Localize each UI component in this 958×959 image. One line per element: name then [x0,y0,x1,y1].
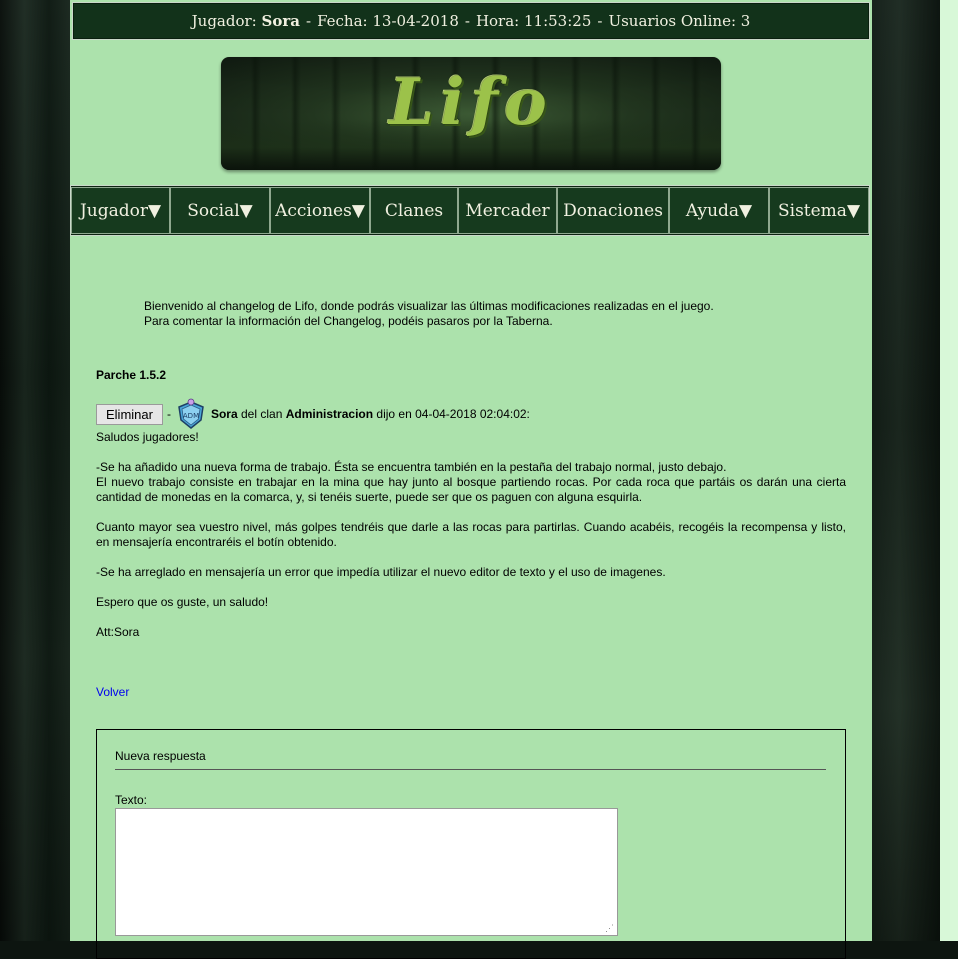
nav-mercader[interactable]: Mercader [458,187,557,234]
main-nav: Jugador▼ Social▼ Acciones▼ Clanes Mercad… [70,185,870,236]
admin-badge-icon: ADM [178,398,204,429]
post-paragraph: -Se ha añadido una nueva forma de trabaj… [96,460,727,474]
page-content: Jugador: Sora - Fecha: 13-04-2018 - Hora… [70,0,872,959]
badge-text: ADM [183,412,199,420]
text-label: Texto: [115,793,148,807]
online-count: 3 [740,12,751,30]
date-value: 13-04-2018 [372,12,459,30]
status-bar: Jugador: Sora - Fecha: 13-04-2018 - Hora… [72,2,870,40]
separator: - [464,12,470,30]
nav-donaciones[interactable]: Donaciones [557,187,669,234]
forest-background-right [872,0,940,941]
clan-prefix: del clan [241,407,283,421]
back-link[interactable]: Volver [96,685,129,699]
intro-line: Bienvenido al changelog de Lifo, donde p… [144,299,714,313]
reply-title: Nueva respuesta [115,749,206,763]
separator: - [166,407,171,421]
intro-line: Para comentar la información del Changel… [144,314,553,328]
nav-acciones[interactable]: Acciones▼ [270,187,370,234]
delete-button[interactable]: Eliminar [96,403,163,425]
reply-form: Nueva respuesta Texto: ⋰ [96,729,846,959]
separator: - [305,12,312,30]
nav-ayuda[interactable]: Ayuda▼ [669,187,769,234]
intro-text: Bienvenido al changelog de Lifo, donde p… [144,299,804,329]
game-logo: Lifo [389,65,553,140]
post-paragraph: Att:Sora [96,625,140,639]
player-label: Jugador: [191,12,257,30]
nav-sistema[interactable]: Sistema▼ [769,187,869,234]
nav-social[interactable]: Social▼ [170,187,270,234]
forest-background-left [0,0,70,941]
post-date: dijo en 04-04-2018 02:04:02: [376,407,530,421]
post-author: Sora [210,407,238,421]
patch-title: Parche 1.5.2 [96,368,167,382]
post-paragraph: Espero que os guste, un saludo! [96,595,269,609]
nav-clanes[interactable]: Clanes [370,187,458,234]
post-paragraph: -Se ha arreglado en mensajería un error … [96,565,666,579]
nav-jugador[interactable]: Jugador▼ [71,187,170,234]
reply-textarea[interactable] [115,808,618,936]
time-value: 11:53:25 [524,12,592,30]
post-header: Eliminar - ADM Sora del clan Administrac… [96,398,530,430]
resize-grip-icon[interactable]: ⋰ [605,923,615,933]
player-name: Sora [261,12,300,30]
separator: - [597,12,603,30]
post-paragraph: El nuevo trabajo consiste en trabajar en… [96,475,846,504]
post-paragraph: Cuanto mayor sea vuestro nivel, más golp… [96,520,846,549]
post-paragraph: Saludos jugadores! [96,430,199,444]
date-label: Fecha: [317,12,368,30]
divider [115,769,826,770]
game-banner[interactable]: Lifo [221,57,721,170]
post-body: Saludos jugadores! -Se ha añadido una nu… [96,430,846,655]
clan-name: Administracion [285,407,374,421]
page-edge [940,0,958,941]
online-label: Usuarios Online: [608,12,737,30]
time-label: Hora: [475,12,520,30]
